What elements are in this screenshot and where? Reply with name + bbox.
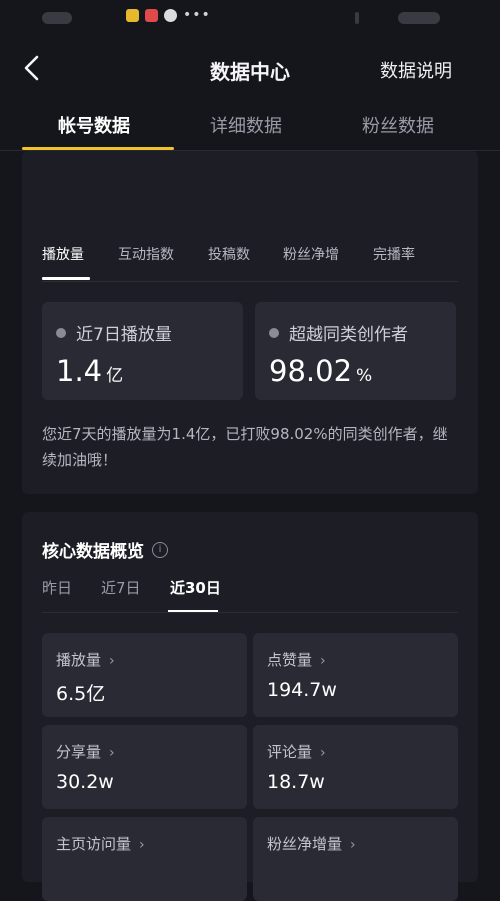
app-notification-icon: [145, 9, 158, 22]
metric-tile-likes[interactable]: 点赞量 › 194.7w: [253, 633, 458, 717]
stat-label-row: 超越同类创作者: [269, 320, 408, 345]
tile-label: 分享量 ›: [56, 741, 115, 762]
overview-card: 播放量 互动指数 投稿数 粉丝净增 完播率 近7日播放量 1.4 亿 超越同类创作…: [22, 151, 478, 494]
stat-unit: 亿: [106, 366, 124, 386]
app-header: 数据中心 数据说明: [0, 38, 500, 98]
main-tabs: 帐号数据 详细数据 粉丝数据: [0, 100, 500, 151]
stat-percentile: 超越同类创作者 98.02%: [255, 302, 456, 400]
chevron-right-icon: ›: [320, 653, 326, 669]
status-bar: •••: [0, 0, 500, 36]
back-button[interactable]: [18, 52, 48, 84]
stat-value: 1.4 亿: [56, 354, 123, 388]
data-description-link[interactable]: 数据说明: [380, 57, 452, 83]
metric-tabs: 播放量 互动指数 投稿数 粉丝净增 完播率: [42, 241, 458, 282]
range-tab-yesterday[interactable]: 昨日: [42, 577, 72, 598]
tile-value: 30.2w: [56, 771, 114, 793]
stat-7day-plays: 近7日播放量 1.4 亿: [42, 302, 243, 400]
stat-number: 1.4: [56, 354, 103, 388]
tile-label: 评论量 ›: [267, 741, 326, 762]
range-tab-30days[interactable]: 近30日: [170, 577, 221, 598]
range-tab-7days[interactable]: 近7日: [101, 577, 141, 598]
metric-tab-net-fans[interactable]: 粉丝净增: [283, 244, 339, 264]
chevron-right-icon: ›: [139, 837, 145, 853]
status-signal-blurred: [355, 12, 359, 24]
tab-fan-data[interactable]: 粉丝数据: [362, 112, 434, 138]
metric-tile-net-fans[interactable]: 粉丝净增量 ›: [253, 817, 458, 901]
chevron-right-icon: ›: [109, 745, 115, 761]
stat-value: 98.02%: [269, 354, 372, 388]
status-notification-icons: •••: [126, 7, 211, 23]
tab-account-data[interactable]: 帐号数据: [58, 112, 130, 138]
metric-tile-plays[interactable]: 播放量 › 6.5亿: [42, 633, 247, 717]
legend-dot-icon: [56, 327, 66, 338]
tile-label-text: 主页访问量: [56, 835, 132, 853]
browser-icon: [164, 9, 177, 22]
tile-label-text: 评论量: [267, 743, 313, 761]
status-time-blurred: [42, 12, 72, 24]
tile-label: 主页访问量 ›: [56, 833, 145, 854]
tile-label: 点赞量 ›: [267, 649, 326, 670]
metric-tile-shares[interactable]: 分享量 › 30.2w: [42, 725, 247, 809]
stat-label-row: 近7日播放量: [56, 320, 172, 345]
stat-number: 98.02: [269, 354, 353, 388]
stat-label: 近7日播放量: [76, 325, 172, 345]
chevron-right-icon: ›: [350, 837, 356, 853]
chevron-right-icon: ›: [109, 653, 115, 669]
tile-label-text: 点赞量: [267, 651, 313, 669]
active-tab-indicator: [22, 147, 174, 150]
range-tabs: 昨日 近7日 近30日: [42, 572, 458, 613]
chevron-right-icon: ›: [320, 745, 326, 761]
tile-label-text: 分享量: [56, 743, 102, 761]
tile-label: 粉丝净增量 ›: [267, 833, 356, 854]
chevron-left-icon: [24, 55, 39, 81]
stat-unit: %: [356, 366, 373, 386]
legend-dot-icon: [269, 327, 279, 338]
metric-tab-interaction[interactable]: 互动指数: [118, 244, 174, 264]
status-battery-blurred: [398, 12, 440, 24]
metric-tile-comments[interactable]: 评论量 › 18.7w: [253, 725, 458, 809]
tile-label-text: 粉丝净增量: [267, 835, 343, 853]
metric-tab-posts[interactable]: 投稿数: [208, 244, 250, 264]
metric-tab-completion[interactable]: 完播率: [373, 244, 415, 264]
core-data-card: 核心数据概览 i 昨日 近7日 近30日 播放量 › 6.5亿 点赞量 › 194.…: [22, 512, 478, 901]
metric-tile-profile-visits[interactable]: 主页访问量 ›: [42, 817, 247, 901]
more-notifications-icon: •••: [183, 7, 211, 23]
overview-description: 您近7天的播放量为1.4亿，已打败98.02%的同类创作者，继续加油哦！: [42, 425, 448, 469]
stat-label: 超越同类创作者: [289, 325, 408, 345]
info-circle-icon[interactable]: i: [152, 541, 168, 558]
weibo-icon: [126, 9, 139, 22]
section-title: 核心数据概览: [42, 542, 144, 562]
tile-value: 18.7w: [267, 771, 325, 793]
section-header: 核心数据概览 i: [42, 537, 168, 562]
range-tab-indicator: [168, 610, 218, 612]
metric-tab-indicator: [42, 277, 90, 280]
tile-label-text: 播放量: [56, 651, 102, 669]
tile-value: 194.7w: [267, 679, 337, 701]
tab-detailed-data[interactable]: 详细数据: [210, 112, 282, 138]
metric-tab-plays[interactable]: 播放量: [42, 244, 84, 264]
tile-value: 6.5亿: [56, 683, 106, 705]
tile-label: 播放量 ›: [56, 649, 115, 670]
